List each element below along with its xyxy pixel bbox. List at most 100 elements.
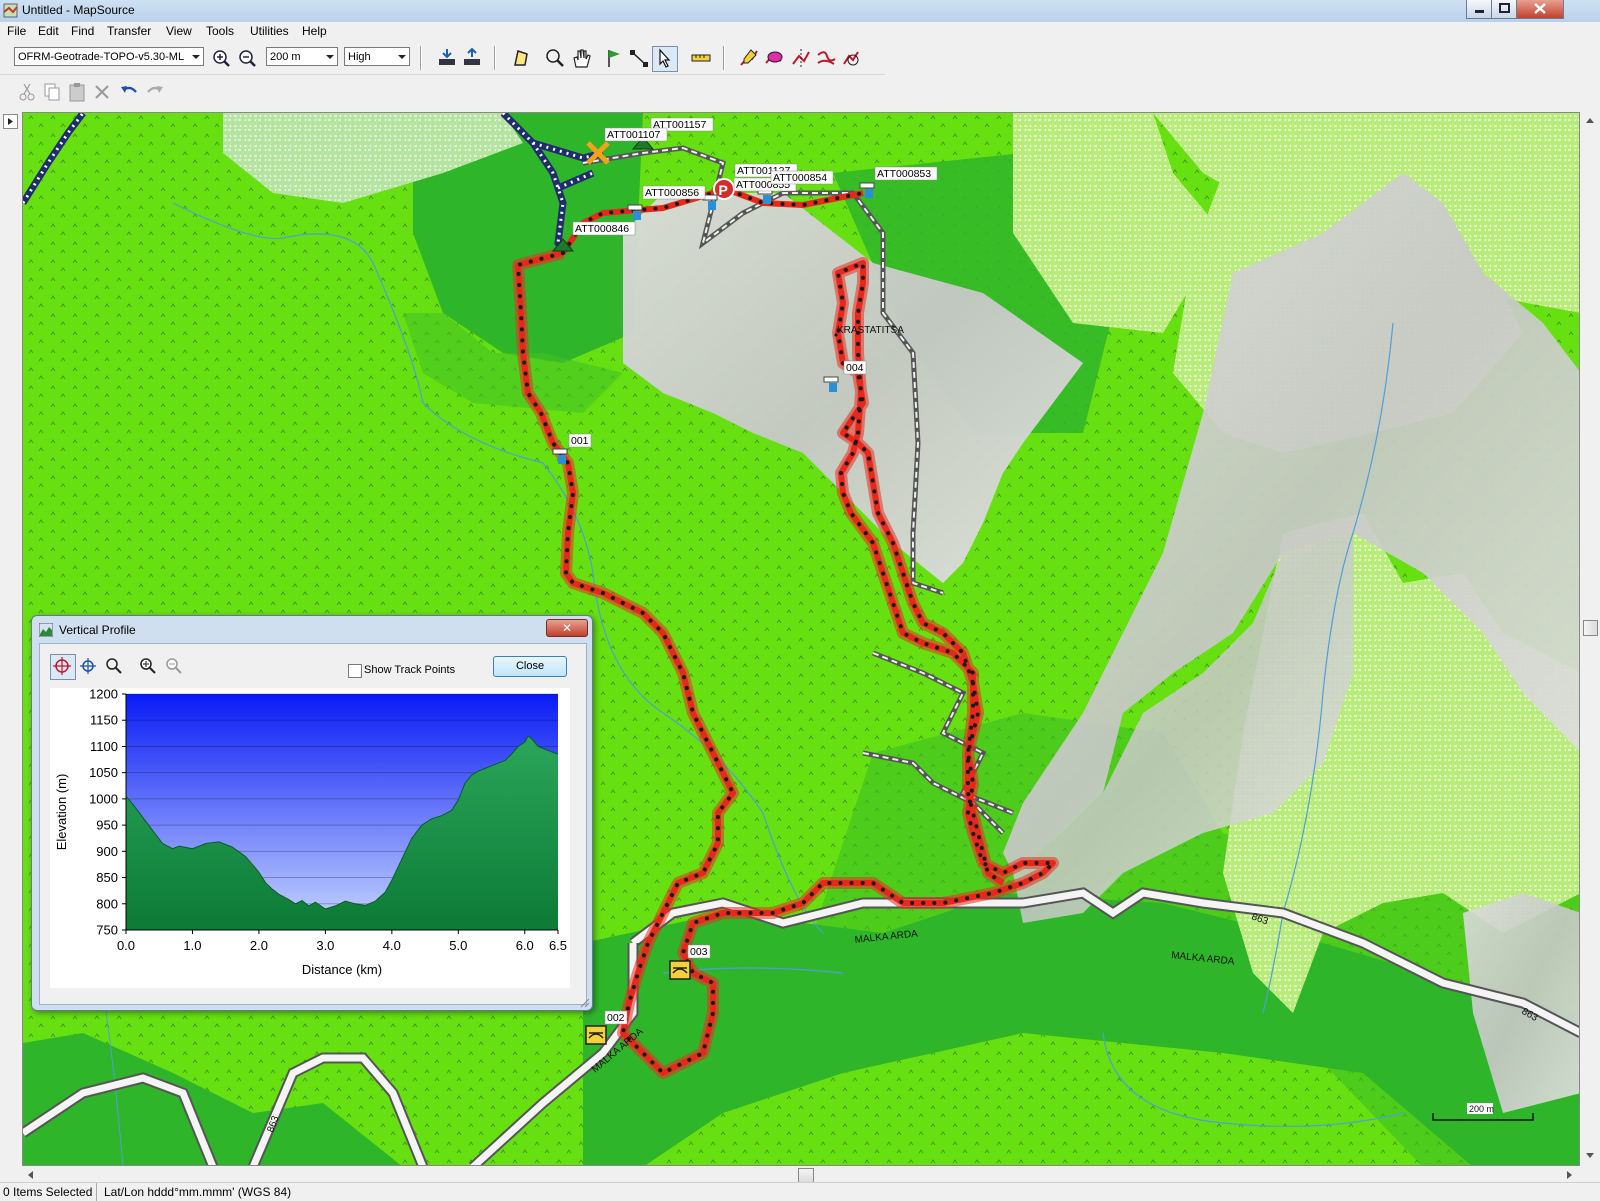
show-track-points-label: Show Track Points: [364, 664, 456, 676]
status-coordinate-format: Lat/Lon hddd°mm.mmm' (WGS 84): [104, 1185, 292, 1199]
y-tick-label: 950: [96, 818, 118, 833]
waypoint-flag-tool-icon[interactable]: [603, 47, 625, 69]
bridge-icon[interactable]: [585, 1025, 607, 1045]
draw-track-icon[interactable]: [738, 47, 760, 69]
close-button[interactable]: Close: [493, 656, 567, 677]
zoom-in-icon[interactable]: [210, 47, 232, 69]
zoom-scale-select[interactable]: 200 m: [266, 47, 338, 66]
waypoint-label[interactable]: 001: [571, 435, 589, 447]
resize-grip-icon[interactable]: [578, 996, 590, 1008]
menu-view[interactable]: View: [166, 24, 192, 38]
copy-icon[interactable]: [41, 81, 63, 103]
y-tick-label: 800: [96, 896, 118, 911]
map-view[interactable]: P ATT001157 ATT001107 ATT000856 ATT00112…: [22, 112, 1580, 1166]
mapsource-app-icon: [3, 3, 18, 18]
join-tracks-icon[interactable]: [815, 47, 837, 69]
menu-edit[interactable]: Edit: [38, 24, 59, 38]
map-product-select[interactable]: OFRM-Geotrade-TOPO-v5.30-ML: [14, 47, 204, 66]
scroll-right-icon[interactable]: [1564, 1169, 1576, 1181]
hand-pan-tool-icon[interactable]: [570, 47, 592, 69]
zoom-out-icon[interactable]: [236, 47, 258, 69]
dialog-title: Vertical Profile: [59, 623, 136, 637]
waypoint-label[interactable]: ATT000854: [773, 172, 827, 184]
profile-select-tool-button[interactable]: [50, 654, 76, 680]
undo-icon[interactable]: [118, 81, 140, 103]
y-tick-label: 750: [96, 923, 118, 938]
track-properties-icon[interactable]: [840, 47, 862, 69]
zoom-tool-icon[interactable]: [104, 656, 124, 676]
svg-text:P: P: [719, 182, 728, 198]
elevation-chart[interactable]: 1200 1150 1100 1050 1000 950 900 850 800 750 0.0 1…: [50, 688, 570, 988]
menu-file[interactable]: File: [7, 24, 26, 38]
zoom-scale-value: 200 m: [270, 51, 301, 63]
waypoint-label[interactable]: ATT001107: [607, 129, 660, 141]
y-tick-label: 1100: [90, 739, 118, 754]
menu-utilities[interactable]: Utilities: [250, 24, 289, 38]
zoom-out-icon[interactable]: [164, 656, 184, 676]
vertical-scrollbar[interactable]: [1580, 112, 1600, 1166]
scroll-down-icon[interactable]: [1584, 1150, 1596, 1162]
x-tick-label: 3.0: [316, 938, 334, 953]
y-axis-label: Elevation (m): [54, 774, 69, 851]
x-tick-label: 4.0: [383, 938, 401, 953]
y-tick-label: 850: [96, 870, 118, 885]
menu-help[interactable]: Help: [302, 24, 327, 38]
route-tool-icon[interactable]: [628, 47, 650, 69]
expand-panel-button[interactable]: [3, 114, 18, 129]
waypoint-label[interactable]: ATT000853: [877, 168, 931, 180]
map-tool-icon[interactable]: [510, 47, 532, 69]
delete-icon[interactable]: [91, 81, 113, 103]
y-tick-label: 1200: [89, 688, 118, 702]
waypoint-label[interactable]: 003: [690, 946, 708, 958]
x-axis-label: Distance (km): [302, 962, 382, 977]
cut-icon[interactable]: [16, 81, 38, 103]
scroll-left-icon[interactable]: [24, 1169, 36, 1181]
x-tick-label: 2.0: [250, 938, 268, 953]
detail-select[interactable]: High: [344, 47, 410, 66]
selection-tool-button[interactable]: [652, 46, 678, 72]
dialog-close-x-button[interactable]: ✕: [546, 619, 588, 637]
waypoint-label[interactable]: ATT000846: [575, 223, 629, 235]
crosshair-icon: [53, 657, 71, 675]
vertical-profile-icon: [39, 623, 53, 637]
chevron-down-icon: [192, 55, 200, 59]
paste-icon[interactable]: [66, 81, 88, 103]
receive-from-device-icon[interactable]: [436, 47, 458, 69]
crosshair-blue-icon[interactable]: [78, 656, 98, 676]
show-track-points-checkbox[interactable]: [348, 664, 362, 678]
chevron-down-icon: [398, 55, 406, 59]
menu-bar: File Edit Find Transfer View Tools Utili…: [0, 22, 1600, 40]
chevron-down-icon: [326, 55, 334, 59]
redo-icon[interactable]: [144, 81, 166, 103]
y-tick-label: 1050: [89, 765, 118, 780]
send-to-device-icon[interactable]: [461, 47, 483, 69]
menu-tools[interactable]: Tools: [206, 24, 234, 38]
vertical-scroll-thumb[interactable]: [1583, 620, 1598, 636]
place-label: KRASTATITSA: [837, 325, 904, 336]
divide-track-icon[interactable]: [790, 47, 812, 69]
close-window-button[interactable]: [1516, 0, 1564, 19]
maximize-button[interactable]: [1491, 0, 1518, 19]
chevron-right-icon: [8, 118, 13, 125]
menu-find[interactable]: Find: [71, 24, 94, 38]
vertical-profile-dialog[interactable]: Vertical Profile ✕ Show Track Points Clo…: [31, 615, 593, 1011]
minimize-button[interactable]: [1466, 0, 1493, 19]
status-selection-count: 0 Items Selected: [3, 1185, 93, 1199]
status-bar: 0 Items Selected Lat/Lon hddd°mm.mmm' (W…: [0, 1182, 1600, 1201]
waypoint-label[interactable]: 002: [607, 1012, 625, 1024]
x-tick-label: 1.0: [183, 938, 201, 953]
x-tick-label: 6.0: [516, 938, 534, 953]
measure-distance-icon[interactable]: [690, 47, 712, 69]
scroll-up-icon[interactable]: [1584, 114, 1596, 126]
waypoint-label[interactable]: 004: [846, 362, 864, 374]
horizontal-scroll-thumb[interactable]: [798, 1168, 814, 1183]
bridge-icon[interactable]: [669, 960, 691, 980]
waypoint-label[interactable]: ATT000856: [645, 187, 699, 199]
zoom-in-icon[interactable]: [138, 656, 158, 676]
eraser-track-icon[interactable]: [763, 47, 785, 69]
left-panel-gutter: [0, 112, 22, 1166]
edit-toolbar: [0, 76, 180, 108]
zoom-tool-icon[interactable]: [544, 47, 566, 69]
menu-transfer[interactable]: Transfer: [107, 24, 151, 38]
window-title: Untitled - MapSource: [22, 3, 135, 17]
